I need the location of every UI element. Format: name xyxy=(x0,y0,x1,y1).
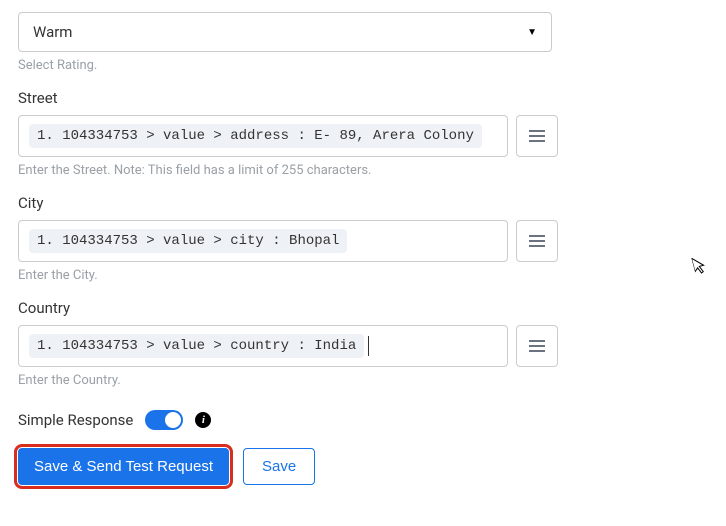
save-send-test-button[interactable]: Save & Send Test Request xyxy=(18,448,229,485)
hamburger-icon xyxy=(529,340,545,352)
street-menu-button[interactable] xyxy=(516,115,558,157)
simple-response-label: Simple Response xyxy=(18,411,133,429)
text-cursor xyxy=(368,336,369,356)
country-label: Country xyxy=(18,299,708,317)
hamburger-icon xyxy=(529,235,545,247)
country-menu-button[interactable] xyxy=(516,325,558,367)
save-button[interactable]: Save xyxy=(243,448,315,485)
toggle-knob xyxy=(165,412,181,428)
street-label: Street xyxy=(18,89,708,107)
country-input[interactable]: 1. 104334753 > value > country : India xyxy=(18,325,508,367)
simple-response-toggle[interactable] xyxy=(145,410,183,430)
street-input[interactable]: 1. 104334753 > value > address : E- 89, … xyxy=(18,115,508,157)
country-helper: Enter the Country. xyxy=(18,373,708,388)
info-icon[interactable]: i xyxy=(195,412,211,428)
rating-select[interactable]: Warm ▼ xyxy=(18,12,552,52)
street-tag: 1. 104334753 > value > address : E- 89, … xyxy=(29,124,482,148)
city-menu-button[interactable] xyxy=(516,220,558,262)
city-label: City xyxy=(18,194,708,212)
rating-helper: Select Rating. xyxy=(18,58,708,73)
caret-down-icon: ▼ xyxy=(527,27,537,38)
rating-value: Warm xyxy=(33,23,72,41)
city-helper: Enter the City. xyxy=(18,268,708,283)
hamburger-icon xyxy=(529,130,545,142)
country-tag: 1. 104334753 > value > country : India xyxy=(29,334,364,358)
street-helper: Enter the Street. Note: This field has a… xyxy=(18,163,708,178)
city-input[interactable]: 1. 104334753 > value > city : Bhopal xyxy=(18,220,508,262)
city-tag: 1. 104334753 > value > city : Bhopal xyxy=(29,229,347,253)
